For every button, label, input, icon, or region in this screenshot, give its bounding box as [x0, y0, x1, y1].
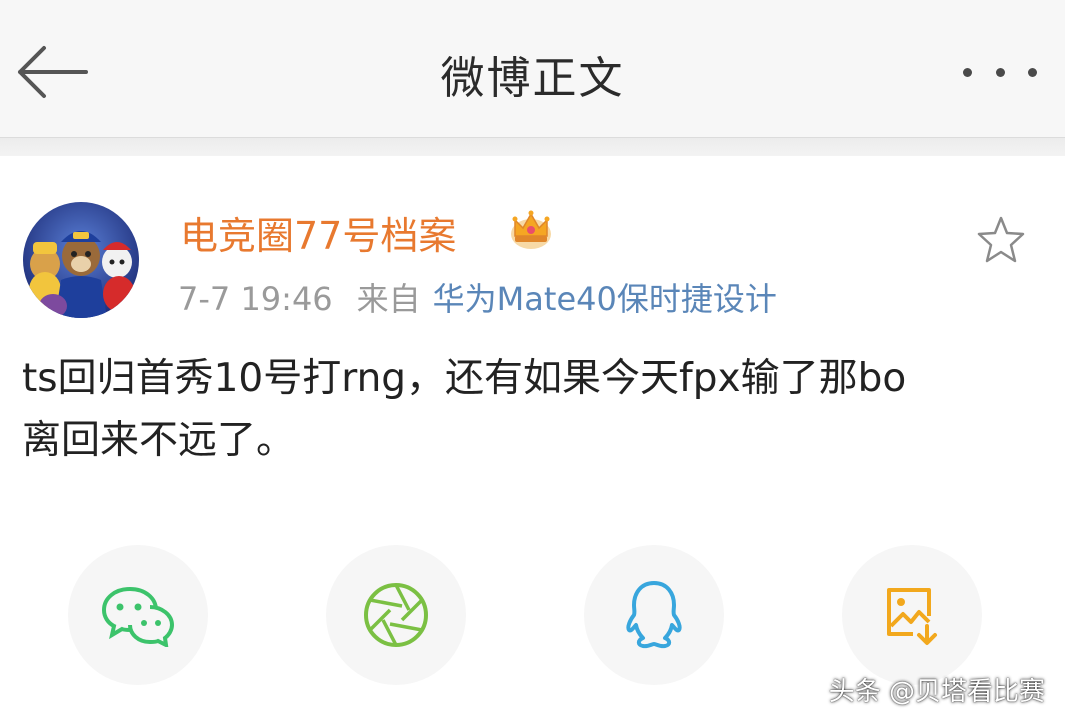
favorite-button[interactable] — [974, 213, 1028, 267]
more-horizontal-icon — [963, 67, 972, 77]
top-nav-bar: 微博正文 — [0, 0, 1065, 138]
section-divider — [0, 138, 1065, 156]
post-content-line: ts回归首秀10号打rng，还有如果今天fpx输了那bo — [22, 356, 907, 401]
weibo-post-screen: 微博正文 电竞圈77号档案 7-7 19:46 来自 华为Mate40保时捷设计… — [0, 0, 1065, 721]
author-avatar[interactable] — [23, 202, 139, 318]
vip-crown-icon — [511, 210, 551, 249]
source-watermark: 头条 @贝塔看比赛 — [828, 677, 1045, 707]
post-content-line: 离回来不远了。 — [22, 418, 296, 463]
moments-aperture-icon — [364, 583, 428, 647]
save-image-icon — [887, 588, 937, 645]
post-time: 7-7 19:46 — [178, 280, 333, 318]
star-outline-icon — [977, 216, 1025, 263]
qq-penguin-icon — [626, 581, 682, 649]
page-title: 微博正文 — [440, 53, 625, 104]
share-qq-button[interactable] — [584, 545, 724, 685]
share-wechat-button[interactable] — [68, 545, 208, 685]
avatar-cartoon-dogs — [23, 202, 139, 318]
source-device-link[interactable]: 华为Mate40保时捷设计 — [433, 280, 777, 318]
more-dot — [1028, 67, 1037, 77]
source-label: 来自 — [356, 280, 421, 318]
wechat-icon — [101, 586, 175, 647]
more-options-button[interactable] — [963, 52, 1037, 92]
save-image-button[interactable] — [842, 545, 982, 685]
post-content: ts回归首秀10号打rng，还有如果今天fpx输了那bo 离回来不远了。 — [22, 348, 1042, 472]
share-moments-button[interactable] — [326, 545, 466, 685]
author-name[interactable]: 电竞圈77号档案 — [180, 205, 456, 260]
post-meta: 7-7 19:46 来自 华为Mate40保时捷设计 — [178, 274, 777, 320]
more-dot — [995, 67, 1005, 77]
